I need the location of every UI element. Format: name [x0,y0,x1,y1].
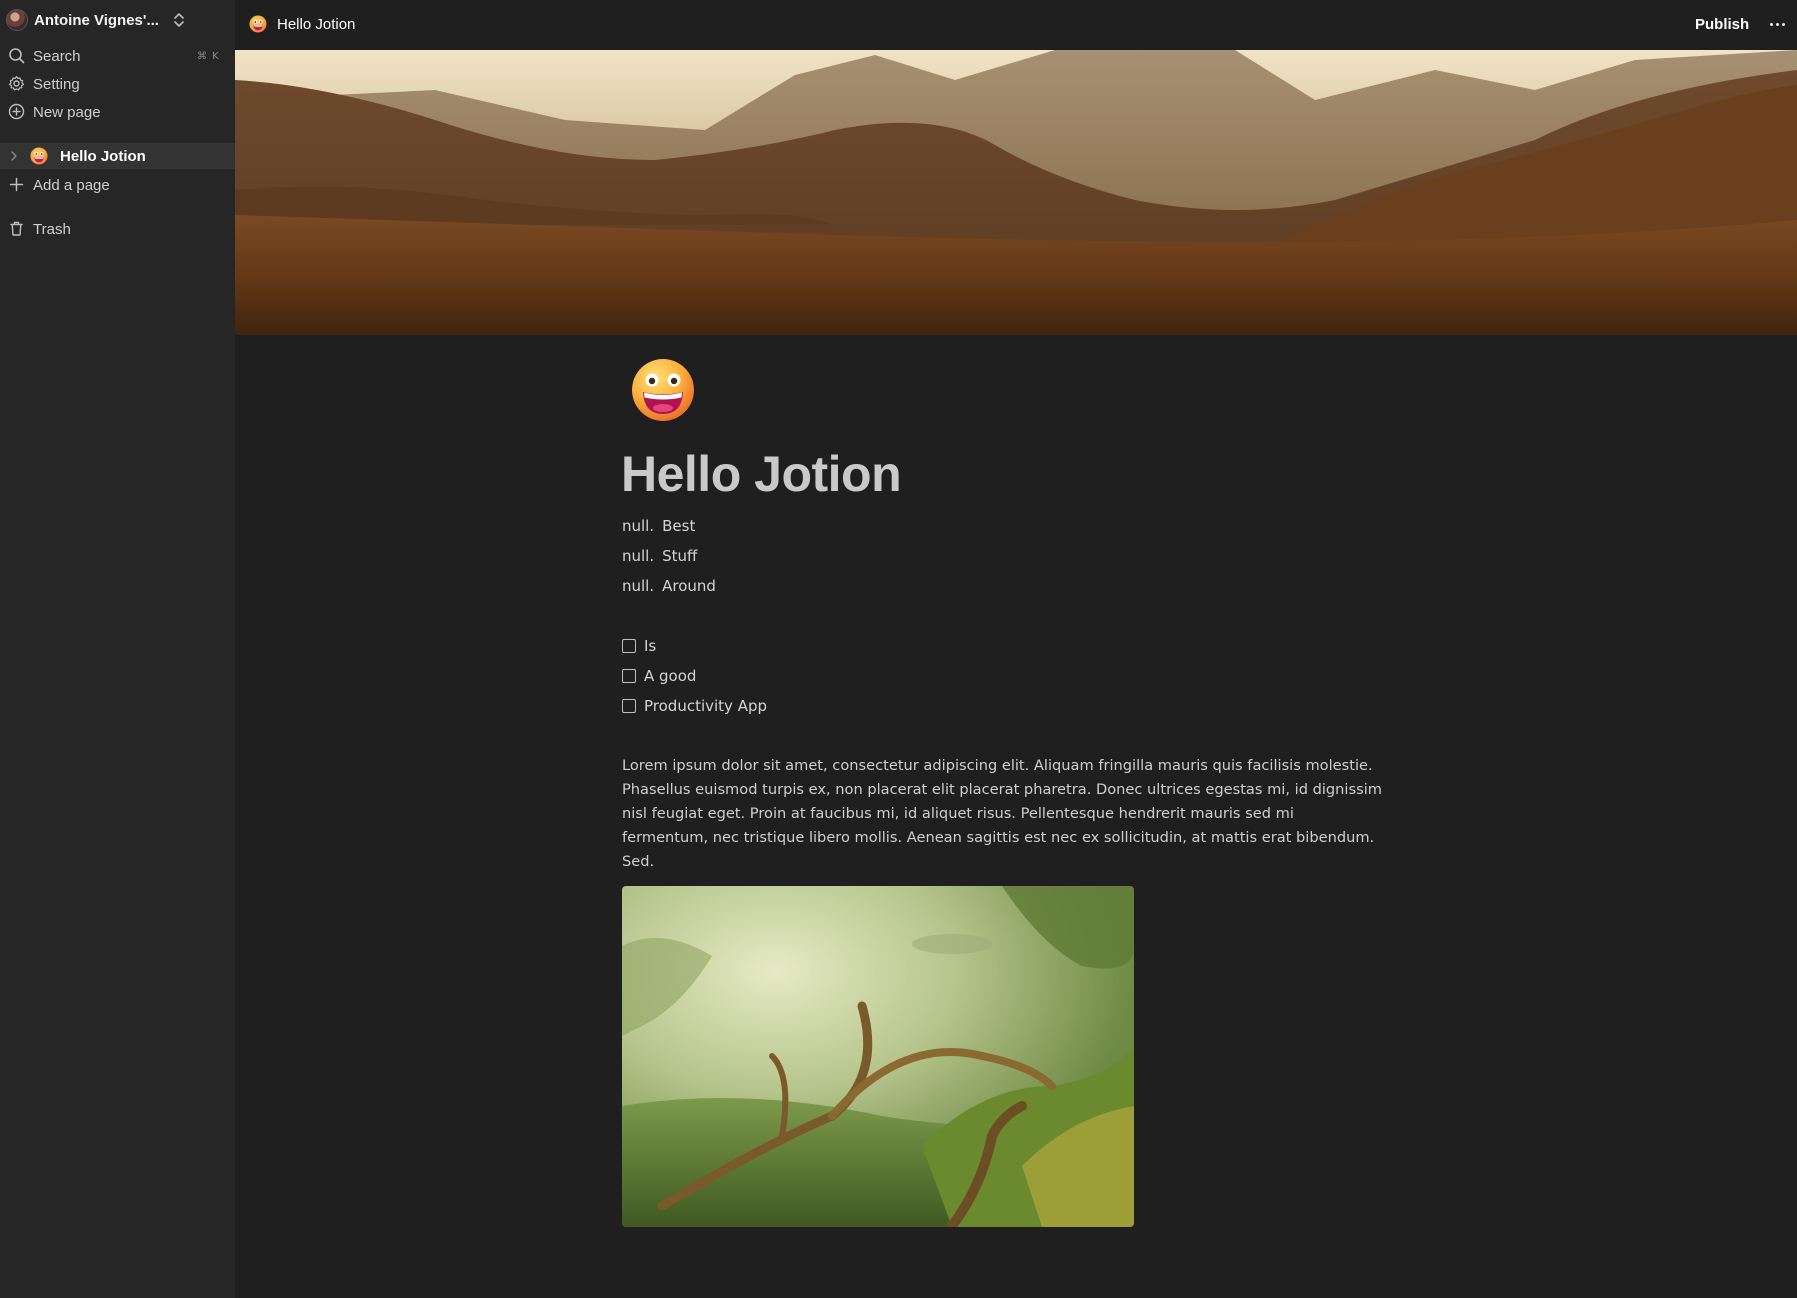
trash-icon [10,221,23,236]
chevron-right-icon[interactable] [10,151,18,161]
list-item-text: Around [662,577,716,595]
sidebar-item-label: New page [33,104,101,121]
more-horizontal-icon[interactable] [1765,14,1789,34]
sidebar-page-hello-jotion[interactable]: Hello Jotion [0,143,235,169]
mountain-landscape-cover[interactable] [235,50,1797,335]
checklist-item: Is [622,635,767,665]
sidebar-item-search[interactable]: Search ⌘ K [0,43,235,69]
mossy-forest-photo[interactable] [622,886,1134,1227]
list-number: null. [622,547,655,565]
paragraph-block[interactable]: Lorem ipsum dolor sit amet, consectetur … [622,754,1382,874]
topbar: Hello Jotion Publish [235,0,1797,50]
list-item[interactable]: null. Best [622,515,716,545]
checkbox[interactable] [622,639,636,653]
search-shortcut: ⌘ K [197,51,220,62]
checklist-item-text[interactable]: Productivity App [644,695,767,717]
list-number: null. [622,577,655,595]
user-avatar [6,9,28,31]
publish-button[interactable]: Publish [1685,11,1759,39]
chevron-up-down-icon [174,13,184,27]
sidebar-item-label: Search [33,48,81,65]
checklist-item-text[interactable]: A good [644,665,696,687]
grinning-face-emoji [249,15,267,33]
search-icon [9,48,25,64]
sidebar-item-add-page[interactable]: Add a page [0,172,235,198]
forest-image [622,886,1134,1227]
sidebar: Antoine Vignes'... Search ⌘ K Setting Ne… [0,0,235,1298]
list-number: null. [622,517,655,535]
workspace-switcher[interactable]: Antoine Vignes'... [6,8,184,32]
sidebar-item-setting[interactable]: Setting [0,71,235,97]
sidebar-item-label: Trash [33,221,71,238]
checklist-item: A good [622,665,767,695]
page-title-breadcrumb[interactable]: Hello Jotion [277,16,355,33]
numbered-list: null. Best null. Stuff null. Around [622,515,716,605]
checkbox[interactable] [622,699,636,713]
checklist: Is A good Productivity App [622,635,767,725]
document-title[interactable]: Hello Jotion [621,445,902,503]
sidebar-item-label: Add a page [33,177,110,194]
sidebar-item-label: Setting [33,76,80,93]
list-item-text: Stuff [662,547,698,565]
plus-icon [9,177,24,192]
list-item-text: Best [662,517,696,535]
sidebar-page-label: Hello Jotion [60,148,146,165]
checkbox[interactable] [622,669,636,683]
cover-image [235,50,1797,335]
grinning-face-emoji[interactable] [630,357,696,423]
grinning-face-emoji [30,147,48,165]
workspace-name: Antoine Vignes'... [34,11,159,29]
checklist-item-text[interactable]: Is [644,635,656,657]
list-item[interactable]: null. Around [622,575,716,605]
list-item[interactable]: null. Stuff [622,545,716,575]
plus-circle-icon [8,103,25,120]
checklist-item: Productivity App [622,695,767,725]
sidebar-item-new-page[interactable]: New page [0,99,235,125]
gear-icon [8,75,25,91]
sidebar-item-trash[interactable]: Trash [0,216,235,242]
